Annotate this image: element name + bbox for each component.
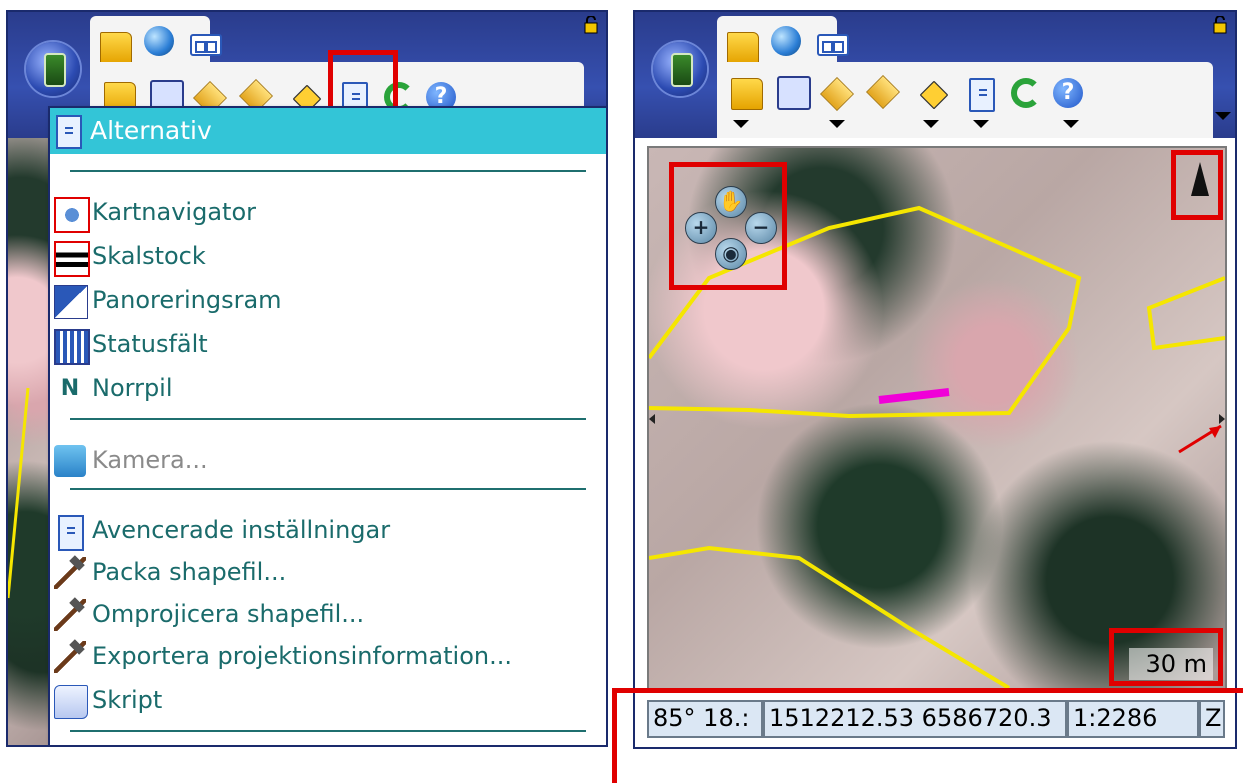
- add-layer-icon[interactable]: [820, 77, 854, 111]
- layout-icon[interactable]: [817, 34, 849, 56]
- folder-icon[interactable]: [727, 32, 759, 64]
- open-folder-icon[interactable]: [731, 78, 763, 110]
- polygon-boundary: [649, 545, 1011, 688]
- menu-item-skript[interactable]: Skript: [52, 682, 604, 720]
- layout-icon[interactable]: [190, 34, 222, 56]
- dropdown-arrow-icon[interactable]: [829, 120, 845, 128]
- gps-device-icon: [44, 53, 66, 87]
- folder-icon[interactable]: [100, 32, 132, 64]
- app-start-button[interactable]: [26, 42, 80, 96]
- map-view[interactable]: + ✋ − ◉ 30 m: [647, 146, 1227, 690]
- menu-header[interactable]: Alternativ: [50, 108, 606, 154]
- navigator-highlight: [669, 162, 787, 290]
- menu-item-panoreringsram[interactable]: Panoreringsram: [52, 282, 604, 320]
- hammer-icon: [54, 557, 86, 589]
- globe-icon[interactable]: [144, 26, 174, 56]
- right-window: ? + ✋ − ◉ 30 m 85° 18.: 1512212.53 65867…: [633, 10, 1237, 749]
- dropdown-arrow-icon[interactable]: [733, 120, 749, 128]
- lock-icon: [1213, 15, 1227, 34]
- status-bar-highlight: [612, 688, 1243, 783]
- separator: [70, 170, 586, 172]
- menu-item-kamera: Kamera...: [52, 442, 604, 480]
- north-arrow-icon: N: [60, 376, 80, 401]
- menu-item-norrpil[interactable]: N Norrpil: [52, 370, 604, 408]
- toolbar: ?: [717, 62, 1213, 138]
- satellite-icon[interactable]: [919, 80, 949, 110]
- north-arrow-highlight: [1171, 150, 1223, 220]
- document-icon: [56, 115, 82, 149]
- menu-item-skalstock[interactable]: Skalstock: [52, 238, 604, 277]
- polygon-boundary: [1146, 276, 1225, 351]
- pan-left-handle[interactable]: [649, 414, 655, 424]
- left-window: ? Alternativ Kartnavigator Skalstock Pan…: [6, 10, 608, 747]
- pan-right-handle[interactable]: [1219, 414, 1225, 424]
- options-icon[interactable]: [969, 78, 995, 112]
- menu-item-omprojicera[interactable]: Omprojicera shapefil...: [52, 596, 604, 634]
- document-icon: [58, 515, 84, 551]
- separator: [70, 730, 586, 732]
- gps-device-icon: [671, 53, 693, 87]
- menu-item-packa[interactable]: Packa shapefil...: [52, 554, 604, 592]
- menu-item-exportera[interactable]: Exportera projektionsinformation...: [52, 638, 604, 676]
- save-icon[interactable]: [777, 76, 811, 110]
- menu-item-kartnavigator[interactable]: Kartnavigator: [52, 194, 604, 233]
- title-bar: ?: [635, 12, 1235, 138]
- app-start-button[interactable]: [653, 42, 707, 96]
- layers-icon[interactable]: [866, 75, 900, 109]
- map-polyline: [8, 387, 30, 599]
- menu-header-label: Alternativ: [90, 116, 212, 145]
- dropdown-arrow-icon[interactable]: [1063, 120, 1079, 128]
- hammer-icon: [54, 599, 86, 631]
- overflow-menu-icon[interactable]: [1215, 112, 1231, 120]
- refresh-icon[interactable]: [1011, 78, 1041, 108]
- pan-frame-icon: [54, 285, 88, 319]
- lock-icon: [584, 15, 598, 34]
- menu-item-avancerade[interactable]: Avencerade inställningar: [52, 512, 604, 551]
- gps-track: [878, 388, 950, 404]
- dropdown-arrow-icon[interactable]: [973, 120, 989, 128]
- menu-item-statusfalt[interactable]: Statusfält: [52, 326, 604, 365]
- map-navigator-icon: [54, 197, 90, 233]
- separator: [70, 418, 586, 420]
- help-icon[interactable]: ?: [1053, 78, 1083, 108]
- script-icon: [54, 685, 88, 719]
- options-menu: Alternativ Kartnavigator Skalstock Panor…: [48, 106, 606, 745]
- scale-bar-highlight: [1109, 628, 1223, 686]
- map-background: [8, 138, 52, 745]
- camera-icon: [54, 445, 86, 477]
- dropdown-arrow-icon[interactable]: [923, 120, 939, 128]
- scale-bar-icon: [54, 241, 90, 277]
- status-bar-icon: [54, 329, 90, 365]
- globe-icon[interactable]: [771, 26, 801, 56]
- hammer-icon: [54, 641, 86, 673]
- separator: [70, 488, 586, 490]
